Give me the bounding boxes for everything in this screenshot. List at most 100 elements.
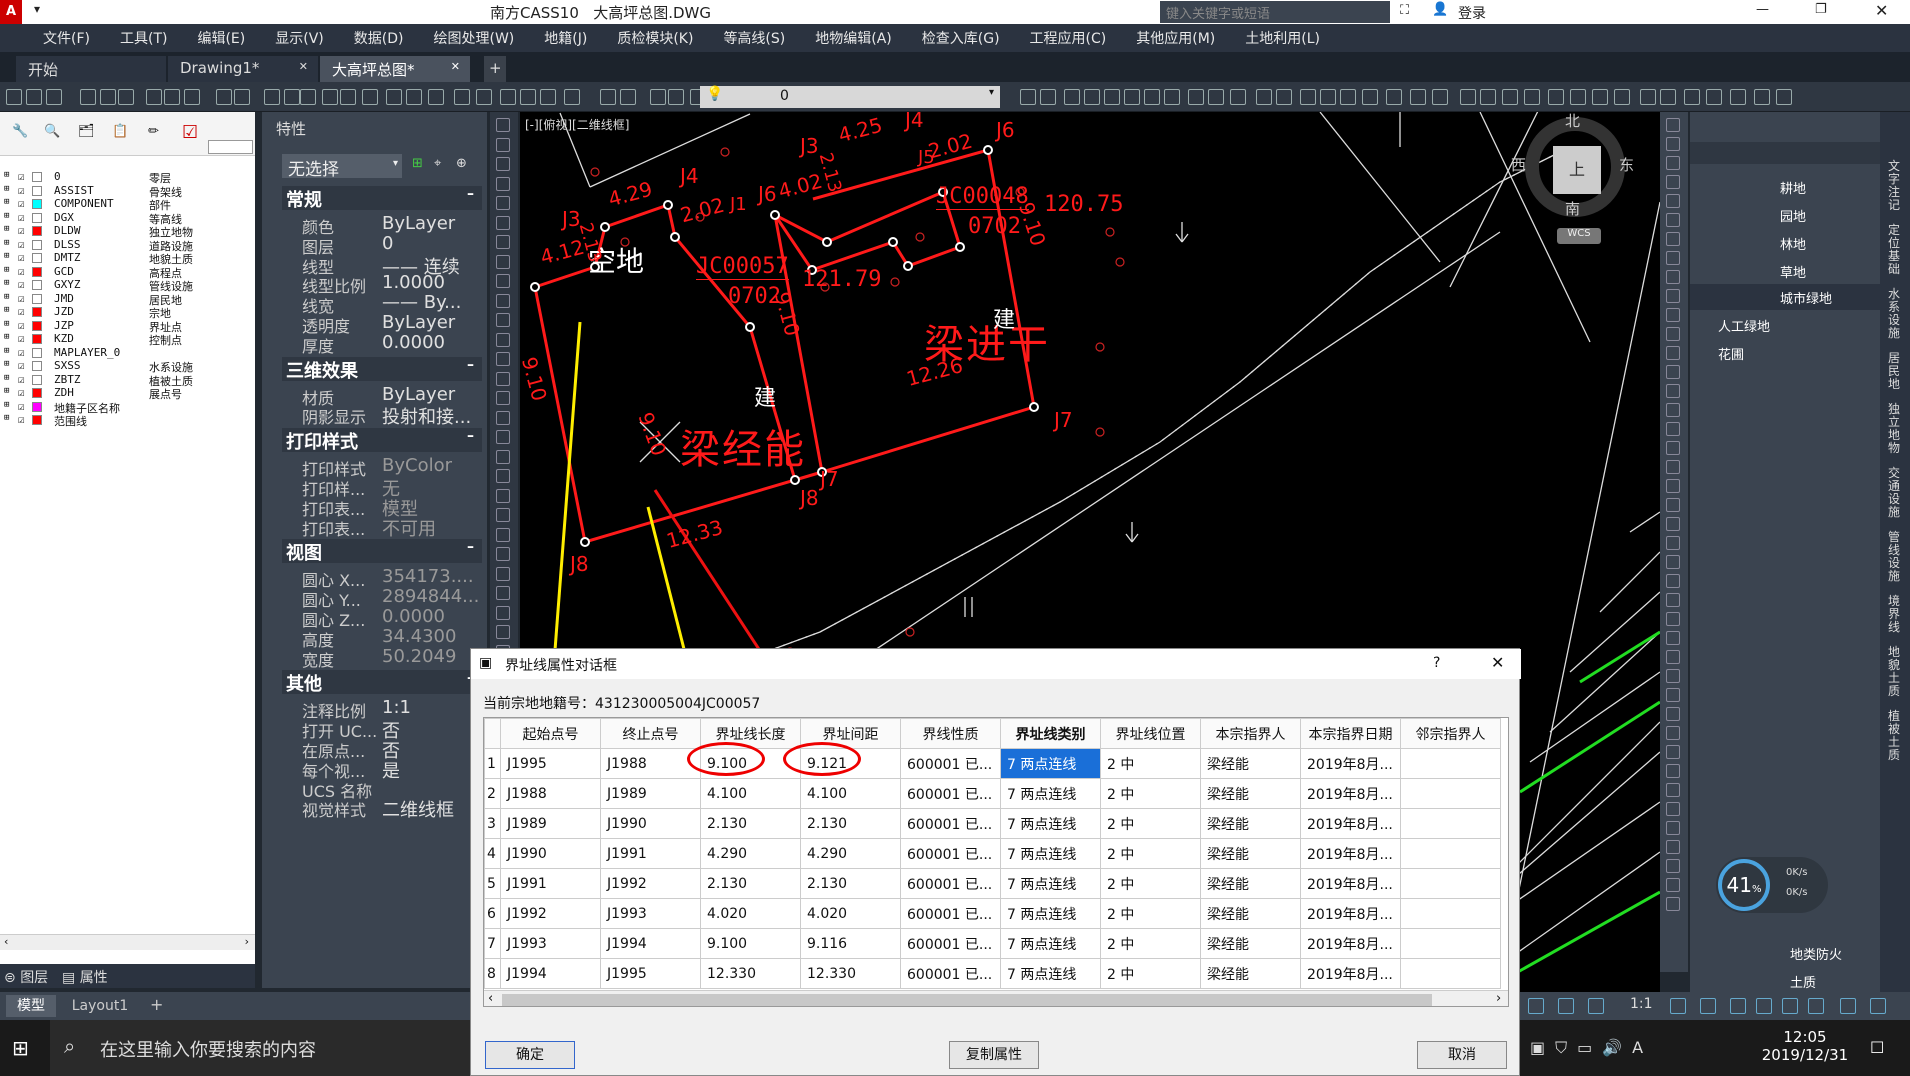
column-header[interactable]: 终止点号 — [600, 718, 701, 749]
collapse-icon[interactable]: – — [467, 186, 474, 202]
table-cell[interactable]: 2 中 — [1100, 868, 1201, 899]
toolbar-tool-icon[interactable] — [1660, 89, 1676, 105]
visible-checkbox[interactable]: ☑ — [18, 332, 25, 345]
draw-tool-icon[interactable] — [496, 274, 510, 288]
status-toggle-icon[interactable] — [1756, 998, 1772, 1014]
toolbar-tool-icon[interactable] — [476, 89, 492, 105]
symbol-category-item[interactable]: 土质 — [1690, 968, 1880, 994]
table-cell[interactable]: 600001 已... — [900, 898, 1001, 929]
table-cell[interactable] — [1400, 808, 1501, 839]
draw-tool-icon[interactable] — [496, 527, 510, 542]
layer-color-swatch[interactable] — [32, 239, 42, 250]
visible-checkbox[interactable]: ☑ — [18, 251, 25, 264]
toolbar-tool-icon[interactable] — [386, 89, 402, 105]
toolbar-tool-icon[interactable] — [184, 89, 200, 105]
table-row[interactable]: 3 J1989 J1990 2.130 2.130 600001 已... 7 两点连线 2 … — [484, 808, 1501, 839]
toolbar-tool-icon[interactable] — [322, 89, 338, 105]
table-cell[interactable]: 梁经能 — [1200, 838, 1301, 869]
layer-tool-icon[interactable]: ✏ — [148, 124, 159, 139]
symbol-category-item[interactable]: 地类防火 — [1690, 940, 1880, 966]
expand-icon[interactable]: ⊞ — [4, 332, 9, 342]
table-cell[interactable]: J1990 — [500, 838, 601, 869]
visible-checkbox[interactable]: ☑ — [18, 265, 25, 278]
edit-tool-icon[interactable] — [1666, 232, 1680, 246]
status-toggle-icon[interactable] — [1730, 998, 1746, 1014]
toolbar-tool-icon[interactable] — [1144, 89, 1160, 105]
new-tab-button[interactable]: + — [484, 56, 506, 82]
toolbar-tool-icon[interactable] — [1592, 89, 1608, 105]
edit-tool-icon[interactable] — [1666, 498, 1680, 512]
table-cell[interactable]: 5 — [484, 868, 501, 899]
toolbar-tool-icon[interactable] — [264, 89, 280, 105]
table-cell[interactable]: 2 中 — [1100, 838, 1201, 869]
menu-engineering[interactable]: 工程应用(C) — [1015, 28, 1122, 48]
symbol-category-item[interactable]: 城市绿地 — [1690, 284, 1880, 310]
column-header[interactable]: 界线性质 — [900, 718, 1001, 749]
toolbar-tool-icon[interactable] — [1432, 89, 1448, 105]
expand-icon[interactable]: ⊞ — [4, 211, 9, 221]
ok-button[interactable]: 确定 — [485, 1041, 575, 1069]
draw-tool-icon[interactable] — [496, 352, 510, 366]
expand-icon[interactable]: ⊞ — [4, 413, 9, 423]
tab-layout1[interactable]: Layout1 — [60, 995, 140, 1017]
expand-icon[interactable]: ⊞ — [4, 305, 9, 315]
expand-icon[interactable]: ⊞ — [4, 224, 9, 234]
toolbar-tool-icon[interactable] — [1730, 89, 1746, 105]
table-cell[interactable]: 4.020 — [800, 898, 901, 929]
table-cell[interactable]: 2 中 — [1100, 778, 1201, 809]
expand-icon[interactable]: ⊞ — [4, 238, 9, 248]
notification-icon[interactable]: ☐ — [1870, 1038, 1884, 1057]
pickadd-icon[interactable]: ⊕ — [456, 156, 467, 171]
edit-tool-icon[interactable] — [1666, 859, 1680, 873]
clock[interactable]: 12:05 2019/12/31 — [1760, 1028, 1850, 1064]
property-section-header[interactable]: 常规 – — [282, 186, 482, 211]
expand-icon[interactable]: ⊞ — [4, 265, 9, 275]
viewcube[interactable]: 北 南 西 东 上 WCS — [1511, 112, 1645, 252]
symbol-category-item[interactable]: 花圃 — [1690, 340, 1880, 366]
expand-icon[interactable]: ⊞ — [4, 359, 9, 369]
toolbar-tool-icon[interactable] — [1524, 89, 1540, 105]
table-cell[interactable]: 梁经能 — [1200, 898, 1301, 929]
table-cell[interactable]: J1991 — [500, 868, 601, 899]
table-row[interactable]: 8 J1994 J1995 12.330 12.330 600001 已... 7 两点连线… — [484, 958, 1501, 989]
draw-tool-icon[interactable] — [496, 313, 510, 327]
expand-icon[interactable]: ⊞ — [4, 386, 9, 396]
table-cell[interactable]: 9.100 — [700, 928, 801, 959]
table-row[interactable]: 1 J1995 J1988 9.100 9.121 600001 已... 7 两点连线 2 … — [484, 748, 1501, 779]
edit-tool-icon[interactable] — [1666, 764, 1680, 778]
table-cell[interactable]: 2.130 — [800, 868, 901, 899]
layer-color-swatch[interactable] — [32, 226, 42, 236]
edit-tool-icon[interactable] — [1666, 726, 1680, 740]
table-cell[interactable]: 8 — [484, 958, 501, 989]
vertical-category-tab[interactable]: 文字注记 — [1888, 160, 1902, 212]
expand-icon[interactable]: ⊞ — [4, 184, 9, 194]
table-cell[interactable]: 2 中 — [1100, 958, 1201, 989]
toolbar-tool-icon[interactable] — [1340, 89, 1356, 105]
visible-checkbox[interactable]: ☑ — [18, 197, 25, 210]
symbol-category-item[interactable]: 耕地 — [1690, 174, 1880, 200]
layer-color-swatch[interactable] — [32, 253, 42, 263]
vertical-category-tab[interactable]: 境界线 — [1888, 595, 1902, 634]
table-cell[interactable] — [1400, 748, 1501, 779]
table-cell[interactable]: 2019年8月... — [1300, 808, 1401, 839]
symbol-category-item[interactable]: 林地 — [1690, 230, 1880, 256]
vertical-category-tab[interactable]: 独立地物 — [1888, 403, 1902, 455]
compass-south[interactable]: 南 — [1565, 198, 1580, 219]
visible-checkbox[interactable]: ☑ — [18, 319, 25, 332]
expand-icon[interactable]: ⊞ — [4, 373, 9, 383]
toolbar-tool-icon[interactable] — [1548, 89, 1564, 105]
table-cell[interactable]: J1993 — [500, 928, 601, 959]
table-cell[interactable]: 7 两点连线 — [1000, 838, 1101, 869]
toolbar-tool-icon[interactable] — [1124, 89, 1140, 105]
toolbar-tool-icon[interactable] — [520, 89, 536, 105]
layer-color-swatch[interactable] — [32, 415, 42, 425]
toolbar-tool-icon[interactable] — [454, 89, 470, 105]
edit-tool-icon[interactable] — [1666, 669, 1680, 683]
visible-checkbox[interactable]: ☑ — [18, 184, 25, 197]
table-cell[interactable]: 600001 已... — [900, 928, 1001, 959]
table-cell[interactable]: J1988 — [600, 748, 701, 779]
table-row[interactable]: 6 J1992 J1993 4.020 4.020 600001 已... 7 两点连线 2 … — [484, 898, 1501, 929]
toolbar-tool-icon[interactable] — [1684, 89, 1700, 105]
draw-tool-icon[interactable] — [496, 254, 510, 269]
property-row[interactable]: 视觉样式 二维线框 — [262, 795, 487, 821]
